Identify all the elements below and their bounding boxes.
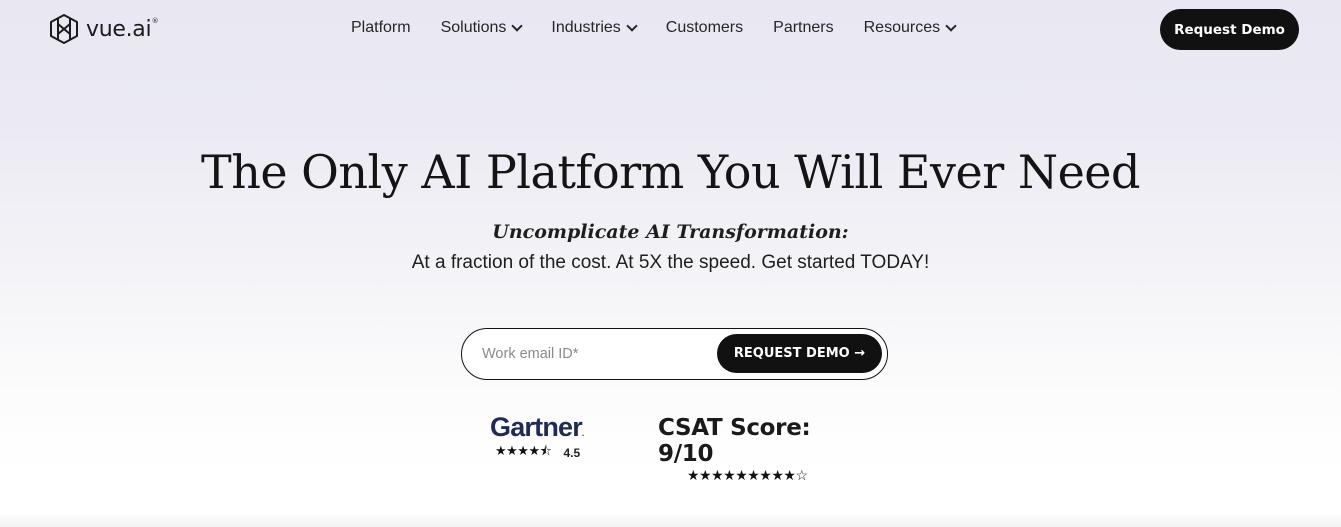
main-nav: Platform Solutions Industries Customers … <box>351 19 957 37</box>
gartner-logo-text: Gartner <box>490 412 583 442</box>
nav-item-platform[interactable]: Platform <box>351 19 411 37</box>
nav-item-partners[interactable]: Partners <box>773 19 833 37</box>
section-divider-shadow <box>0 511 1341 527</box>
nav-label: Platform <box>351 19 411 36</box>
nav-item-solutions[interactable]: Solutions <box>440 19 524 37</box>
chevron-down-icon <box>626 19 638 32</box>
star-rating-icons: ★★★★⯪ <box>495 443 552 458</box>
nav-label: Solutions <box>440 19 507 36</box>
gartner-rating: Gartner. ★★★★⯪ 4.5 <box>490 412 600 464</box>
nav-label: Resources <box>863 19 941 36</box>
nav-item-industries[interactable]: Industries <box>551 19 638 37</box>
gartner-logo[interactable]: Gartner. <box>490 412 600 443</box>
csat-star-icons: ★★★★★★★★★☆ <box>687 467 808 483</box>
request-demo-submit-button[interactable]: REQUEST DEMO → <box>717 334 882 373</box>
hero-subtitle: Uncomplicate AI Transformation: <box>492 221 849 243</box>
vue-ai-logo[interactable]: vue.ai ® <box>48 13 159 45</box>
gartner-rating-row: ★★★★⯪ 4.5 <box>495 442 600 464</box>
gartner-logo-dot: . <box>581 429 585 438</box>
csat-score-title: CSAT Score: 9/10 <box>658 415 811 467</box>
nav-item-resources[interactable]: Resources <box>863 19 957 37</box>
request-demo-form: REQUEST DEMO → <box>461 328 888 380</box>
chevron-down-icon <box>945 19 957 32</box>
site-header: vue.ai ® Platform Solutions Industries Cu… <box>0 0 1341 58</box>
registered-mark: ® <box>151 16 159 25</box>
work-email-input[interactable] <box>482 341 712 367</box>
csat-score: CSAT Score: 9/10 ★★★★★★★★★☆ <box>658 415 868 484</box>
nav-label: Industries <box>551 19 621 36</box>
request-demo-header-button[interactable]: Request Demo <box>1160 9 1299 50</box>
nav-label: Partners <box>773 19 834 36</box>
hero-title: The Only AI Platform You Will Ever Need <box>201 145 1140 199</box>
nav-item-customers[interactable]: Customers <box>666 19 743 37</box>
logo-text: vue.ai ® <box>86 16 159 42</box>
hero-description: At a fraction of the cost. At 5X the spe… <box>411 252 930 273</box>
nav-label: Customers <box>665 19 744 36</box>
chevron-down-icon <box>511 19 524 32</box>
vue-ai-logo-icon <box>50 14 78 44</box>
gartner-rating-value: 4.5 <box>563 446 581 460</box>
